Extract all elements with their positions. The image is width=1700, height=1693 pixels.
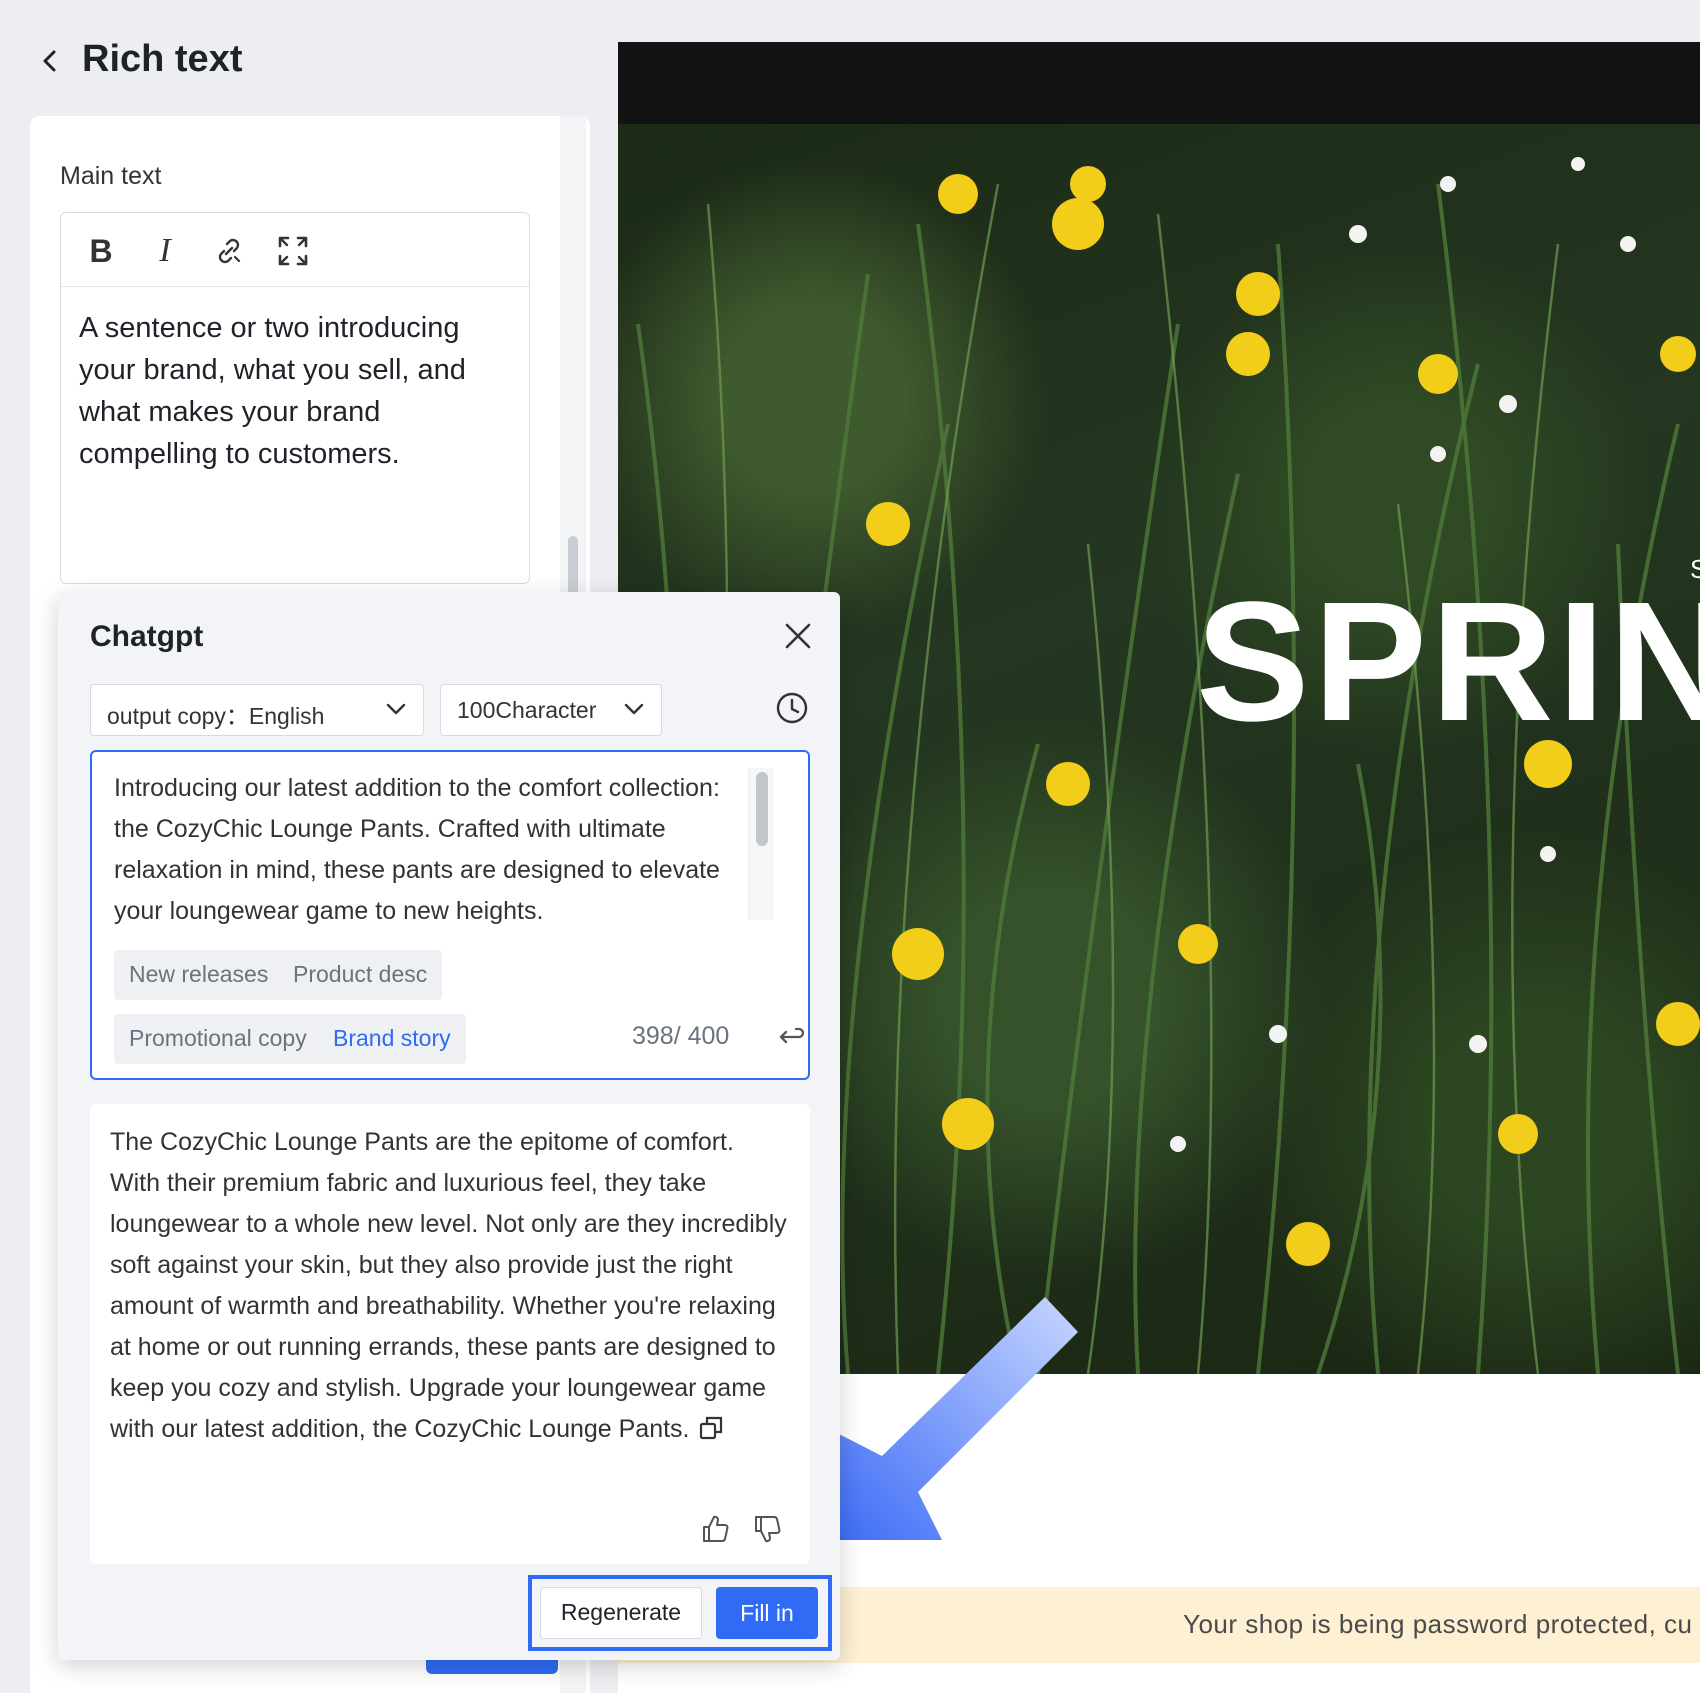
link-icon <box>218 238 241 264</box>
result-text: The CozyChic Lounge Pants are the epitom… <box>110 1122 790 1450</box>
main-text-label: Main text <box>60 162 162 190</box>
chevron-left-icon[interactable] <box>38 46 60 76</box>
bold-icon: B <box>89 232 113 269</box>
expand-icon <box>278 236 308 266</box>
enter-icon[interactable] <box>776 1024 804 1050</box>
length-select[interactable]: 100Character <box>440 684 662 736</box>
result-panel: The CozyChic Lounge Pants are the epitom… <box>90 1104 810 1564</box>
language-select-value: output copy：English <box>107 703 325 729</box>
chatgpt-dialog: Chatgpt output copy：English 100Character… <box>58 592 840 1660</box>
thumbs-up-icon[interactable] <box>700 1514 730 1544</box>
header: Rich text <box>0 0 620 120</box>
hero-title: SPRIN <box>1196 567 1700 757</box>
chip-new-releases[interactable]: New releases <box>114 950 284 1000</box>
copy-icon[interactable] <box>698 1415 724 1441</box>
editor-toolbar: B I <box>61 213 529 287</box>
prompt-scrollbar-thumb[interactable] <box>756 772 768 846</box>
bold-button[interactable]: B <box>81 231 121 271</box>
prompt-text[interactable]: Introducing our latest addition to the c… <box>114 768 748 932</box>
fill-in-button[interactable]: Fill in <box>716 1587 818 1639</box>
close-icon[interactable] <box>780 618 816 654</box>
result-text-content: The CozyChic Lounge Pants are the epitom… <box>110 1128 787 1443</box>
fullscreen-button[interactable] <box>273 231 313 271</box>
length-select-value: 100Character <box>457 697 597 723</box>
italic-icon: I <box>159 232 171 269</box>
regenerate-button[interactable]: Regenerate <box>540 1587 702 1639</box>
chevron-down-icon <box>624 703 644 715</box>
chip-promotional-copy[interactable]: Promotional copy <box>114 1014 322 1064</box>
arrow-icon <box>835 1297 1078 1540</box>
chip-product-desc[interactable]: Product desc <box>278 950 443 1000</box>
editor-content[interactable]: A sentence or two introducing your brand… <box>79 307 499 475</box>
dialog-title: Chatgpt <box>90 620 204 653</box>
history-icon[interactable] <box>774 690 810 726</box>
character-counter: 398/ 400 <box>632 1022 730 1050</box>
chip-brand-story[interactable]: Brand story <box>318 1014 466 1064</box>
link-button[interactable] <box>209 231 249 271</box>
preview-announcement-bar <box>618 42 1700 124</box>
password-banner-text: Your shop is being password protected, c… <box>1183 1609 1693 1639</box>
chevron-down-icon <box>386 703 406 715</box>
italic-button[interactable]: I <box>145 231 185 271</box>
prompt-input[interactable]: Introducing our latest addition to the c… <box>90 750 810 1080</box>
language-select[interactable]: output copy：English <box>90 684 424 736</box>
thumbs-down-icon[interactable] <box>752 1514 782 1544</box>
page-title: Rich text <box>82 38 243 80</box>
rich-text-editor: B I A sentence or two introducing your b… <box>60 212 530 584</box>
